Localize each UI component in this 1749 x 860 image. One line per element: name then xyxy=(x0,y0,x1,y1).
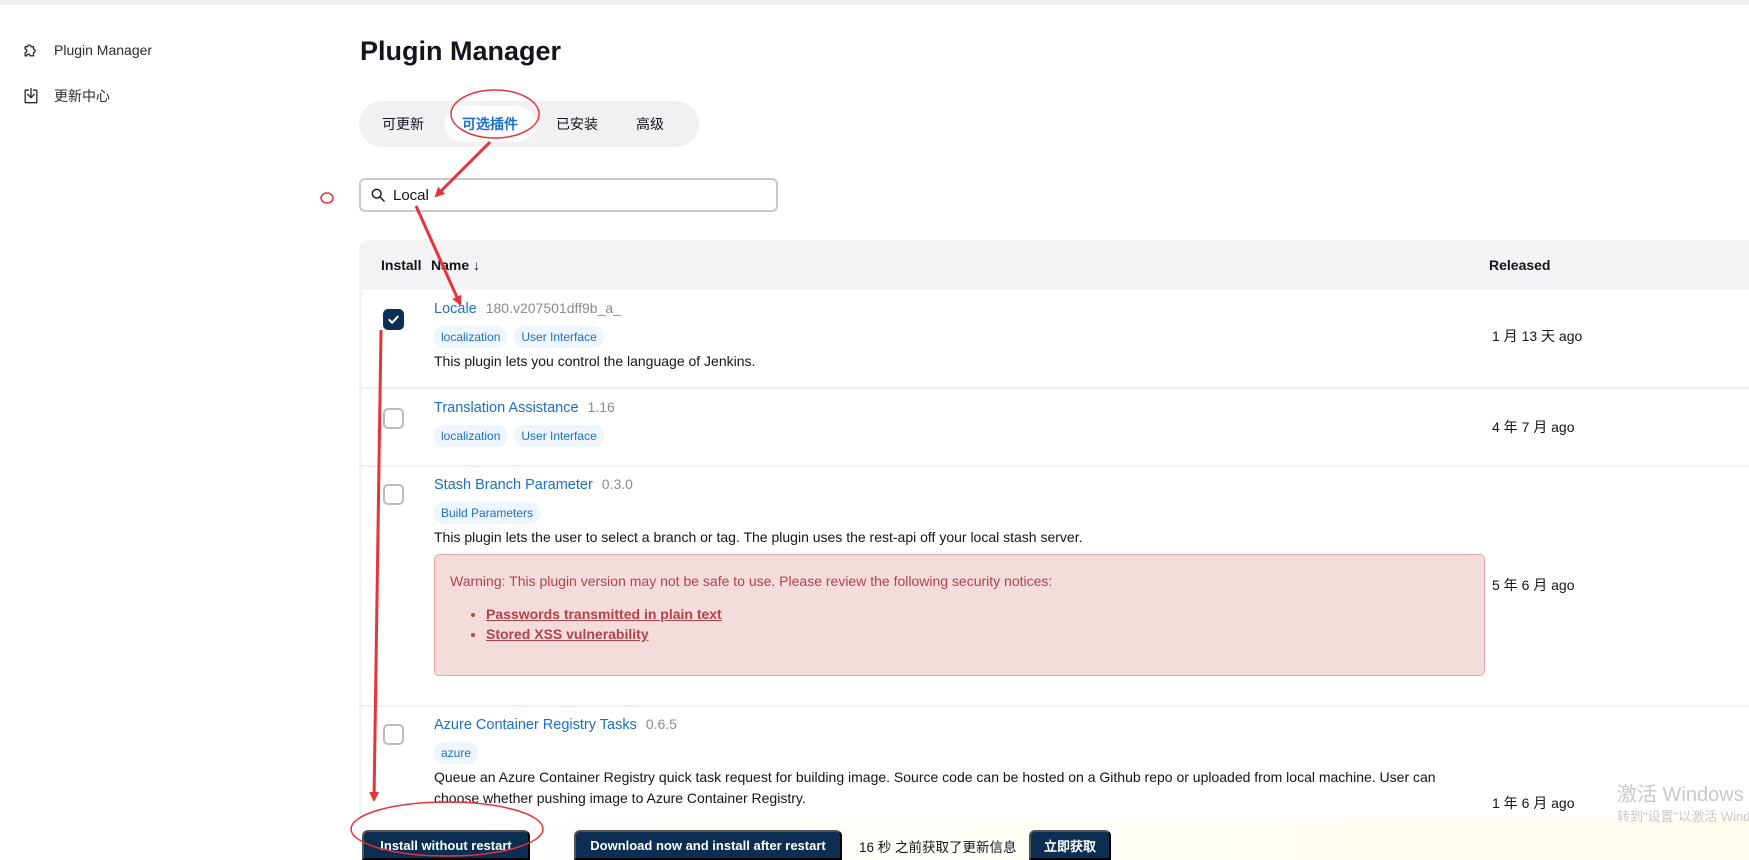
sidebar-item-update-center[interactable]: 更新中心 xyxy=(20,84,280,108)
plugin-tag[interactable]: azure xyxy=(434,742,479,764)
table-row: Locale 180.v207501dff9b_a_ localization … xyxy=(359,290,1749,389)
top-bar xyxy=(0,0,1749,5)
plugins-table: Install Name ↓ Released Locale 180.v2075… xyxy=(359,240,1749,837)
plugin-name-link[interactable]: Locale xyxy=(434,301,477,317)
check-now-button[interactable]: 立即获取 xyxy=(1029,830,1111,860)
plugin-tag[interactable]: localization xyxy=(434,326,508,348)
install-column-header[interactable]: Install xyxy=(381,257,421,273)
table-header: Install Name ↓ Released xyxy=(359,240,1749,290)
released-column-header[interactable]: Released xyxy=(1489,257,1550,273)
released-date: 1 年 6 月 ago xyxy=(1492,795,1575,811)
tab-available[interactable]: 可选插件 xyxy=(445,106,535,142)
security-warning: Warning: This plugin version may not be … xyxy=(434,554,1485,676)
released-date: 5 年 6 月 ago xyxy=(1492,577,1575,593)
plugin-description: Queue an Azure Container Registry quick … xyxy=(434,769,1436,806)
name-column-header[interactable]: Name ↓ xyxy=(431,257,480,273)
check-icon xyxy=(388,315,399,324)
plugin-version: 0.6.5 xyxy=(645,716,677,732)
plugin-name-link[interactable]: Stash Branch Parameter xyxy=(434,477,593,493)
windows-watermark-title: 激活 Windows xyxy=(1617,784,1744,806)
released-date: 1 月 13 天 ago xyxy=(1492,328,1583,344)
security-notice-list: Passwords transmitted in plain text Stor… xyxy=(450,606,1469,642)
sidebar-item-label: Plugin Manager xyxy=(54,42,153,58)
plugin-description: This plugin lets the user to select a br… xyxy=(434,529,1083,545)
released-date: 4 年 7 月 ago xyxy=(1492,419,1575,435)
tab-updates[interactable]: 可更新 xyxy=(365,106,441,142)
annotation-circle-small xyxy=(320,192,334,204)
sidebar-item-label: 更新中心 xyxy=(54,88,110,104)
windows-watermark-subtitle: 转到"设置"以激活 Windows。 xyxy=(1617,809,1749,824)
security-notice-link[interactable]: Passwords transmitted in plain text xyxy=(486,606,1469,622)
plugin-tag[interactable]: User Interface xyxy=(514,326,604,348)
tab-bar: 可更新 可选插件 已安装 高级 xyxy=(359,101,699,147)
install-checkbox[interactable] xyxy=(383,408,404,429)
plugin-description: This plugin lets you control the languag… xyxy=(434,353,756,369)
table-row: Translation Assistance 1.16 localization… xyxy=(359,389,1749,467)
plugin-name-link[interactable]: Translation Assistance xyxy=(434,400,579,416)
plugin-tag[interactable]: Build Parameters xyxy=(434,502,541,524)
tab-advanced[interactable]: 高级 xyxy=(619,106,681,142)
install-after-restart-button[interactable]: Download now and install after restart xyxy=(574,830,842,860)
install-checkbox[interactable] xyxy=(383,309,404,330)
update-status-text: 16 秒 之前获取了更新信息 xyxy=(859,840,1017,855)
table-row: Stash Branch Parameter 0.3.0 Build Param… xyxy=(359,467,1749,707)
download-icon xyxy=(20,85,42,107)
search-box[interactable] xyxy=(359,178,778,212)
search-icon xyxy=(371,188,385,202)
plugin-tag[interactable]: localization xyxy=(434,425,508,447)
plugin-version: 0.3.0 xyxy=(601,476,633,492)
plugin-name-link[interactable]: Azure Container Registry Tasks xyxy=(434,717,637,733)
sidebar: Plugin Manager 更新中心 xyxy=(20,38,280,130)
warning-text: Warning: This plugin version may not be … xyxy=(450,573,1053,589)
sidebar-item-plugin-manager[interactable]: Plugin Manager xyxy=(20,38,280,62)
install-checkbox[interactable] xyxy=(383,484,404,505)
plugin-version: 1.16 xyxy=(587,399,615,415)
install-without-restart-button[interactable]: Install without restart xyxy=(362,830,530,860)
tab-installed[interactable]: 已安装 xyxy=(539,106,615,142)
install-checkbox[interactable] xyxy=(383,724,404,745)
security-notice-link[interactable]: Stored XSS vulnerability xyxy=(486,626,1469,642)
puzzle-icon xyxy=(20,39,42,61)
search-input[interactable] xyxy=(393,186,753,204)
plugin-tag[interactable]: User Interface xyxy=(514,425,604,447)
plugin-version: 180.v207501dff9b_a_ xyxy=(485,300,621,316)
page-title: Plugin Manager xyxy=(360,36,562,66)
